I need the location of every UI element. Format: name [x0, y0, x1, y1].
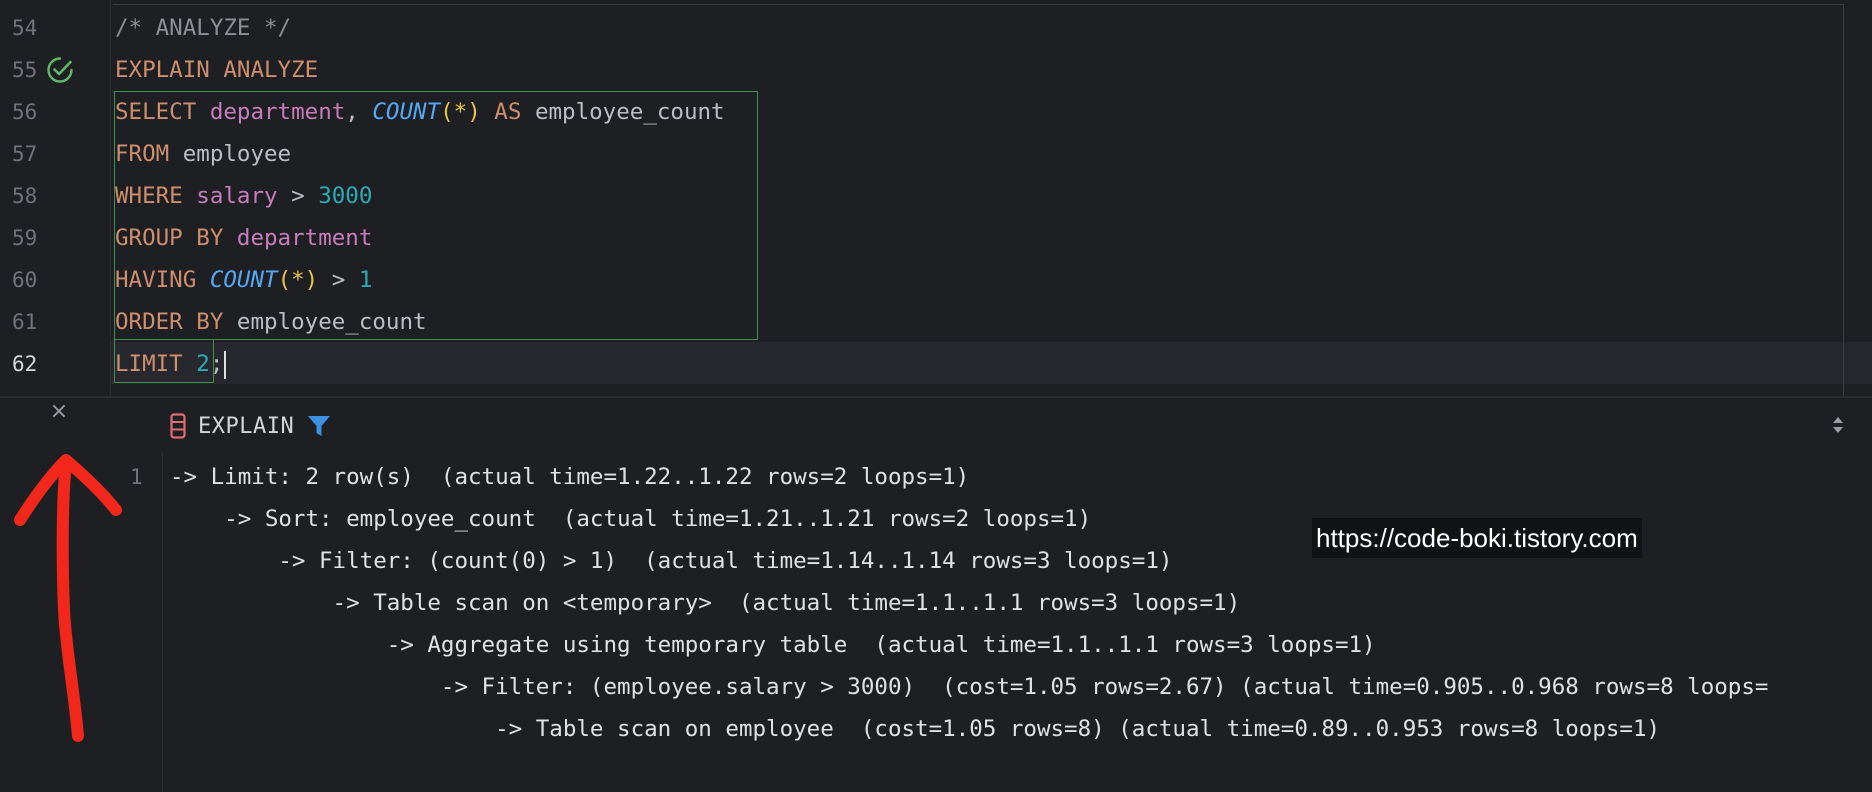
results-tab[interactable]: EXPLAIN — [170, 408, 332, 444]
line-number: 60 — [12, 268, 38, 292]
filter-icon[interactable] — [306, 413, 332, 439]
red-arrow-icon — [14, 454, 122, 742]
plan-line[interactable]: -> Filter: (employee.salary > 3000) (cos… — [170, 669, 1769, 705]
line-number: 58 — [12, 184, 38, 208]
line-number: 59 — [12, 226, 38, 250]
code-token: /* ANALYZE */ — [115, 15, 292, 41]
plan-line[interactable]: -> Table scan on <temporary> (actual tim… — [170, 585, 1241, 621]
line-number: 61 — [12, 310, 38, 334]
statement-selection-box — [114, 91, 758, 340]
sql-editor[interactable]: 54 55 56 57 58 59 60 61 62 /* ANALYZE */… — [0, 0, 1872, 396]
table-icon — [170, 413, 186, 439]
sort-toggle-icon[interactable] — [1830, 414, 1846, 436]
editor-right-border — [1843, 4, 1844, 396]
plan-line[interactable]: -> Aggregate using temporary table (actu… — [170, 627, 1376, 663]
close-icon[interactable]: × — [47, 400, 71, 424]
results-tab-label[interactable]: EXPLAIN — [198, 414, 294, 439]
plan-line[interactable]: -> Sort: employee_count (actual time=1.2… — [170, 501, 1091, 537]
code-line[interactable]: /* ANALYZE */ — [115, 7, 291, 49]
line-number: 54 — [12, 16, 38, 40]
result-row-divider — [162, 452, 163, 792]
line-number: 57 — [12, 142, 38, 166]
text-cursor — [224, 350, 227, 379]
code-line[interactable]: EXPLAIN ANALYZE — [115, 49, 318, 91]
check-circle-icon[interactable] — [46, 56, 74, 84]
line-number: 56 — [12, 100, 38, 124]
statement-selection-box-tail — [114, 340, 214, 383]
plan-line[interactable]: -> Table scan on employee (cost=1.05 row… — [170, 711, 1660, 747]
line-number-current: 62 — [12, 352, 38, 376]
code-token: EXPLAIN ANALYZE — [115, 57, 319, 83]
plan-line[interactable]: -> Filter: (count(0) > 1) (actual time=1… — [170, 543, 1172, 579]
plan-line[interactable]: -> Limit: 2 row(s) (actual time=1.22..1.… — [170, 459, 969, 495]
watermark-url: https://code-boki.tistory.com — [1312, 518, 1642, 558]
